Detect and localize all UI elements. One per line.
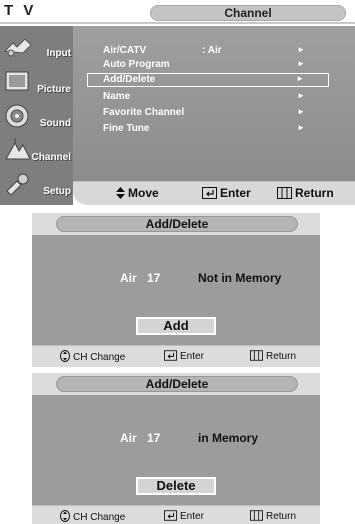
sidebar: Input Picture Sound Channel Setup <box>0 26 73 205</box>
move-updown-icon <box>116 187 125 199</box>
return-label: Return <box>266 351 297 362</box>
channel-menu-list: Air/CATV : Air ► Auto Program ► Add/Dele… <box>73 26 355 181</box>
sidebar-item-label: Picture <box>37 84 71 95</box>
dialog-title: Add/Delete <box>56 376 298 392</box>
menu-item-label: Name <box>103 91 131 102</box>
menu-item-fine-tune[interactable]: Fine Tune ► <box>103 122 329 136</box>
sidebar-item-input[interactable]: Input <box>0 30 73 63</box>
input-icon <box>3 38 32 57</box>
arrow-right-icon: ► <box>297 59 305 68</box>
menu-item-air-catv[interactable]: Air/CATV : Air ► <box>103 44 329 58</box>
channel-number: 17 <box>147 271 161 285</box>
return-hint: Return <box>250 350 296 362</box>
arrow-right-icon: ► <box>297 123 305 132</box>
return-icon <box>250 350 263 361</box>
move-label: Move <box>128 186 159 200</box>
ch-change-label: CH Change <box>73 512 126 523</box>
sidebar-item-channel[interactable]: Channel <box>0 134 73 167</box>
enter-hint: Enter <box>164 510 204 522</box>
enter-icon <box>164 510 177 521</box>
dialog-footer: CH Change Enter Return <box>32 505 320 524</box>
sidebar-item-sound[interactable]: Sound <box>0 100 73 133</box>
dialog-body: Air 17 Not in Memory Add <box>32 235 320 345</box>
dialog-titlebar: Add/Delete <box>32 373 320 395</box>
channel-source: Air <box>120 271 137 285</box>
enter-label: Enter <box>180 511 204 522</box>
channel-icon <box>5 138 31 160</box>
return-label: Return <box>266 511 297 522</box>
sound-icon <box>5 104 29 128</box>
channel-number: 17 <box>147 431 161 445</box>
ch-change-hint: CH Change <box>60 350 125 363</box>
enter-hint: Enter <box>164 350 204 362</box>
channel-source: Air <box>120 431 137 445</box>
return-hint: Return <box>277 186 334 200</box>
menu-item-label: Fine Tune <box>103 123 150 134</box>
arrow-right-icon: ► <box>297 91 305 100</box>
ch-change-icon <box>60 350 70 362</box>
picture-icon <box>5 71 29 91</box>
memory-status: in Memory <box>198 431 259 445</box>
arrow-right-icon: ► <box>297 45 305 54</box>
menu-item-label: Favorite Channel <box>103 107 185 118</box>
menu-footer: Move Enter Return <box>73 181 355 205</box>
enter-label: Enter <box>220 186 251 200</box>
menu-item-favorite-channel[interactable]: Favorite Channel ► <box>103 106 329 120</box>
dialog-footer: CH Change Enter Return <box>32 345 320 367</box>
tv-header: T V Channel <box>0 0 355 24</box>
memory-status: Not in Memory <box>198 271 282 285</box>
menu-item-value: : Air <box>202 45 222 56</box>
menu-item-name[interactable]: Name ► <box>103 90 329 104</box>
setup-icon <box>6 173 29 196</box>
sidebar-item-picture[interactable]: Picture <box>0 66 73 99</box>
menu-item-auto-program[interactable]: Auto Program ► <box>103 58 329 72</box>
dialog-title: Add/Delete <box>56 216 298 232</box>
sidebar-item-setup[interactable]: Setup <box>0 168 73 201</box>
ch-change-label: CH Change <box>73 352 126 363</box>
dialog-body: Air 17 in Memory Delete <box>32 395 320 505</box>
return-icon <box>277 187 292 199</box>
enter-icon <box>164 350 177 361</box>
menu-item-label: Add/Delete <box>103 74 156 85</box>
tv-channel-menu: T V Channel Input Picture Sound Channel … <box>0 0 355 205</box>
ch-change-icon <box>60 510 70 522</box>
sidebar-item-label: Channel <box>31 152 71 163</box>
enter-icon <box>202 187 217 199</box>
enter-label: Enter <box>180 351 204 362</box>
add-button[interactable]: Add <box>136 317 216 335</box>
add-delete-dialog-add: Add/Delete Air 17 Not in Memory Add CH C… <box>32 213 320 367</box>
return-icon <box>250 510 263 521</box>
arrow-right-icon: ► <box>297 107 305 116</box>
sidebar-item-label: Input <box>46 48 71 59</box>
add-delete-dialog-delete: Add/Delete Air 17 in Memory Delete CH Ch… <box>32 373 320 524</box>
dialog-titlebar: Add/Delete <box>32 213 320 235</box>
sidebar-item-label: Sound <box>39 118 71 129</box>
menu-item-label: Air/CATV <box>103 45 147 56</box>
arrow-right-icon: ► <box>296 74 304 83</box>
enter-hint: Enter <box>202 186 251 200</box>
move-hint: Move <box>116 186 159 200</box>
tv-logo: T V <box>4 2 37 19</box>
ch-change-hint: CH Change <box>60 510 125 523</box>
return-label: Return <box>295 186 334 200</box>
return-hint: Return <box>250 510 296 522</box>
menu-item-label: Auto Program <box>103 59 170 70</box>
sidebar-item-label: Setup <box>43 186 71 197</box>
menu-item-add-delete[interactable]: Add/Delete ► <box>87 73 329 87</box>
menu-title: Channel <box>150 5 346 21</box>
delete-button[interactable]: Delete <box>136 477 216 495</box>
